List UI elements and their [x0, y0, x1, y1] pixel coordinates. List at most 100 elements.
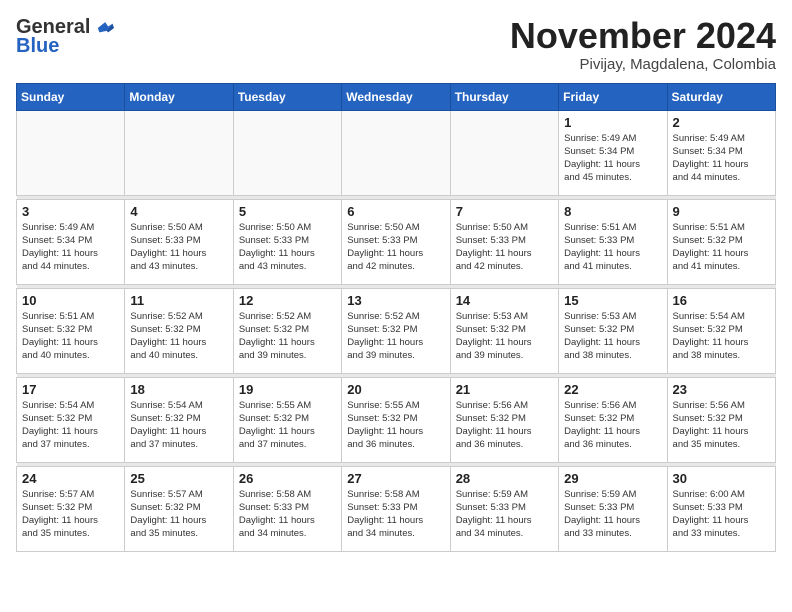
calendar-cell: 24 Sunrise: 5:57 AM Sunset: 5:32 PM Dayli… — [17, 466, 125, 551]
day-number: 12 — [239, 293, 336, 308]
day-info: Sunrise: 5:49 AM Sunset: 5:34 PM Dayligh… — [673, 132, 770, 185]
day-info: Sunrise: 5:58 AM Sunset: 5:33 PM Dayligh… — [347, 488, 444, 541]
day-info: Sunrise: 5:50 AM Sunset: 5:33 PM Dayligh… — [239, 221, 336, 274]
calendar-week-3: 10Sunrise: 5:51 AM Sunset: 5:32 PM Dayli… — [17, 288, 776, 373]
month-title: November 2024 — [510, 16, 776, 56]
day-info: Sunrise: 5:55 AM Sunset: 5:32 PM Dayligh… — [239, 399, 336, 452]
calendar-cell: 25 Sunrise: 5:57 AM Sunset: 5:32 PM Dayli… — [125, 466, 233, 551]
day-info: Sunrise: 5:56 AM Sunset: 5:32 PM Dayligh… — [456, 399, 553, 452]
day-number: 21 — [456, 382, 553, 397]
title-block: November 2024 Pivijay, Magdalena, Colomb… — [510, 16, 776, 73]
calendar-cell: 28 Sunrise: 5:59 AM Sunset: 5:33 PM Dayli… — [450, 466, 558, 551]
calendar-cell: 5 Sunrise: 5:50 AM Sunset: 5:33 PM Daylig… — [233, 199, 341, 284]
day-info: Sunrise: 5:49 AM Sunset: 5:34 PM Dayligh… — [22, 221, 119, 274]
calendar-cell — [233, 110, 341, 195]
calendar-header-tuesday: Tuesday — [233, 83, 341, 110]
calendar-table: SundayMondayTuesdayWednesdayThursdayFrid… — [16, 83, 776, 552]
day-number: 16 — [673, 293, 770, 308]
day-number: 4 — [130, 204, 227, 219]
calendar-cell — [125, 110, 233, 195]
calendar-cell: 22Sunrise: 5:56 AM Sunset: 5:32 PM Dayli… — [559, 377, 667, 462]
calendar-cell: 21 Sunrise: 5:56 AM Sunset: 5:32 PM Dayli… — [450, 377, 558, 462]
calendar-cell: 26 Sunrise: 5:58 AM Sunset: 5:33 PM Dayli… — [233, 466, 341, 551]
day-info: Sunrise: 5:51 AM Sunset: 5:32 PM Dayligh… — [673, 221, 770, 274]
calendar-header-saturday: Saturday — [667, 83, 775, 110]
day-info: Sunrise: 5:58 AM Sunset: 5:33 PM Dayligh… — [239, 488, 336, 541]
day-number: 7 — [456, 204, 553, 219]
calendar-header-row: SundayMondayTuesdayWednesdayThursdayFrid… — [17, 83, 776, 110]
calendar-cell: 3 Sunrise: 5:49 AM Sunset: 5:34 PM Daylig… — [17, 199, 125, 284]
day-number: 26 — [239, 471, 336, 486]
calendar-header-sunday: Sunday — [17, 83, 125, 110]
day-info: Sunrise: 5:54 AM Sunset: 5:32 PM Dayligh… — [130, 399, 227, 452]
calendar-cell: 29 Sunrise: 5:59 AM Sunset: 5:33 PM Dayli… — [559, 466, 667, 551]
calendar-cell: 27 Sunrise: 5:58 AM Sunset: 5:33 PM Dayli… — [342, 466, 450, 551]
calendar-cell: 18Sunrise: 5:54 AM Sunset: 5:32 PM Dayli… — [125, 377, 233, 462]
calendar-week-1: 1 Sunrise: 5:49 AM Sunset: 5:34 PM Daylig… — [17, 110, 776, 195]
day-number: 14 — [456, 293, 553, 308]
day-number: 13 — [347, 293, 444, 308]
day-number: 19 — [239, 382, 336, 397]
day-info: Sunrise: 5:59 AM Sunset: 5:33 PM Dayligh… — [456, 488, 553, 541]
day-number: 8 — [564, 204, 661, 219]
location-subtitle: Pivijay, Magdalena, Colombia — [510, 56, 776, 73]
day-info: Sunrise: 5:50 AM Sunset: 5:33 PM Dayligh… — [347, 221, 444, 274]
calendar-cell: 30Sunrise: 6:00 AM Sunset: 5:33 PM Dayli… — [667, 466, 775, 551]
calendar-cell: 8 Sunrise: 5:51 AM Sunset: 5:33 PM Daylig… — [559, 199, 667, 284]
calendar-cell: 17 Sunrise: 5:54 AM Sunset: 5:32 PM Dayli… — [17, 377, 125, 462]
day-info: Sunrise: 5:54 AM Sunset: 5:32 PM Dayligh… — [673, 310, 770, 363]
day-info: Sunrise: 5:56 AM Sunset: 5:32 PM Dayligh… — [564, 399, 661, 452]
day-info: Sunrise: 5:55 AM Sunset: 5:32 PM Dayligh… — [347, 399, 444, 452]
day-info: Sunrise: 5:51 AM Sunset: 5:33 PM Dayligh… — [564, 221, 661, 274]
calendar-header-thursday: Thursday — [450, 83, 558, 110]
day-number: 1 — [564, 115, 661, 130]
page-header: General Blue November 2024 Pivijay, Magd… — [16, 16, 776, 73]
calendar-cell: 12 Sunrise: 5:52 AM Sunset: 5:32 PM Dayli… — [233, 288, 341, 373]
day-info: Sunrise: 5:52 AM Sunset: 5:32 PM Dayligh… — [239, 310, 336, 363]
calendar-cell: 20 Sunrise: 5:55 AM Sunset: 5:32 PM Dayli… — [342, 377, 450, 462]
day-info: Sunrise: 5:59 AM Sunset: 5:33 PM Dayligh… — [564, 488, 661, 541]
calendar-cell: 10Sunrise: 5:51 AM Sunset: 5:32 PM Dayli… — [17, 288, 125, 373]
day-number: 17 — [22, 382, 119, 397]
day-number: 27 — [347, 471, 444, 486]
calendar-cell: 15 Sunrise: 5:53 AM Sunset: 5:32 PM Dayli… — [559, 288, 667, 373]
day-info: Sunrise: 5:57 AM Sunset: 5:32 PM Dayligh… — [22, 488, 119, 541]
day-info: Sunrise: 5:52 AM Sunset: 5:32 PM Dayligh… — [347, 310, 444, 363]
calendar-cell: 23Sunrise: 5:56 AM Sunset: 5:32 PM Dayli… — [667, 377, 775, 462]
calendar-cell: 14 Sunrise: 5:53 AM Sunset: 5:32 PM Dayli… — [450, 288, 558, 373]
calendar-header-friday: Friday — [559, 83, 667, 110]
day-number: 15 — [564, 293, 661, 308]
day-number: 11 — [130, 293, 227, 308]
day-info: Sunrise: 5:53 AM Sunset: 5:32 PM Dayligh… — [456, 310, 553, 363]
day-info: Sunrise: 5:56 AM Sunset: 5:32 PM Dayligh… — [673, 399, 770, 452]
day-number: 25 — [130, 471, 227, 486]
calendar-header-monday: Monday — [125, 83, 233, 110]
logo-blue-text: Blue — [16, 35, 59, 58]
calendar-cell — [17, 110, 125, 195]
calendar-cell — [342, 110, 450, 195]
calendar-cell: 13 Sunrise: 5:52 AM Sunset: 5:32 PM Dayli… — [342, 288, 450, 373]
calendar-cell: 16 Sunrise: 5:54 AM Sunset: 5:32 PM Dayli… — [667, 288, 775, 373]
day-number: 28 — [456, 471, 553, 486]
day-number: 10 — [22, 293, 119, 308]
calendar-cell: 11 Sunrise: 5:52 AM Sunset: 5:32 PM Dayli… — [125, 288, 233, 373]
day-info: Sunrise: 5:49 AM Sunset: 5:34 PM Dayligh… — [564, 132, 661, 185]
day-info: Sunrise: 5:50 AM Sunset: 5:33 PM Dayligh… — [130, 221, 227, 274]
day-info: Sunrise: 5:52 AM Sunset: 5:32 PM Dayligh… — [130, 310, 227, 363]
day-info: Sunrise: 5:57 AM Sunset: 5:32 PM Dayligh… — [130, 488, 227, 541]
calendar-cell — [450, 110, 558, 195]
calendar-week-2: 3 Sunrise: 5:49 AM Sunset: 5:34 PM Daylig… — [17, 199, 776, 284]
day-number: 5 — [239, 204, 336, 219]
calendar-cell: 2Sunrise: 5:49 AM Sunset: 5:34 PM Daylig… — [667, 110, 775, 195]
day-number: 29 — [564, 471, 661, 486]
calendar-cell: 7Sunrise: 5:50 AM Sunset: 5:33 PM Daylig… — [450, 199, 558, 284]
day-number: 3 — [22, 204, 119, 219]
day-number: 20 — [347, 382, 444, 397]
day-number: 24 — [22, 471, 119, 486]
day-info: Sunrise: 6:00 AM Sunset: 5:33 PM Dayligh… — [673, 488, 770, 541]
day-info: Sunrise: 5:54 AM Sunset: 5:32 PM Dayligh… — [22, 399, 119, 452]
day-info: Sunrise: 5:53 AM Sunset: 5:32 PM Dayligh… — [564, 310, 661, 363]
logo-bird-icon — [92, 17, 114, 39]
calendar-week-4: 17 Sunrise: 5:54 AM Sunset: 5:32 PM Dayli… — [17, 377, 776, 462]
calendar-header-wednesday: Wednesday — [342, 83, 450, 110]
